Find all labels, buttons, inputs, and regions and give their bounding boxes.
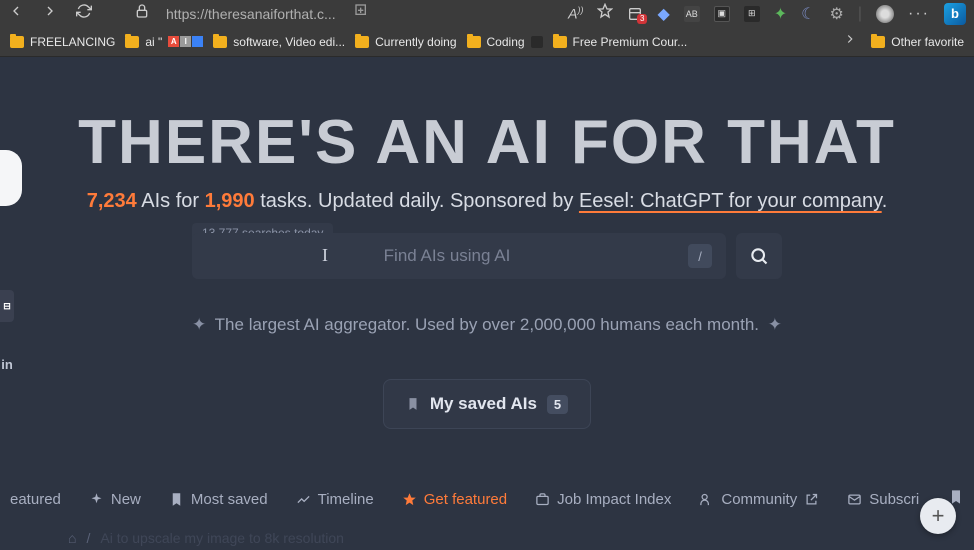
add-fab-button[interactable]: +	[920, 498, 956, 534]
refresh-icon[interactable]	[76, 3, 92, 24]
home-icon[interactable]: ⌂	[68, 530, 76, 546]
back-icon[interactable]	[8, 3, 24, 24]
ext-icon-2[interactable]: ⊞	[744, 6, 760, 22]
letter-bar-icon	[192, 36, 203, 47]
collections-icon[interactable]: 3	[627, 6, 643, 22]
subtitle: 7,234 AIs for 1,990 tasks. Updated daily…	[0, 190, 974, 213]
letter-a-icon: A	[168, 36, 179, 47]
forward-icon[interactable]	[42, 3, 58, 24]
folder-icon	[125, 36, 139, 48]
bookmark-icon	[169, 492, 184, 507]
bookmark-software[interactable]: software, Video edi...	[213, 35, 345, 49]
users-icon	[699, 492, 714, 507]
slash-key-hint: /	[688, 244, 712, 268]
ext-icon-3[interactable]: ⚙	[830, 4, 844, 24]
nav-subscribe[interactable]: Subscri	[847, 491, 919, 508]
nav-community[interactable]: Community	[699, 491, 819, 508]
ai-count: 7,234	[87, 190, 137, 212]
bing-icon[interactable]: b	[944, 3, 966, 25]
bookmark-icon	[406, 396, 420, 412]
folder-icon	[871, 36, 885, 48]
crumb-text[interactable]: Ai to upscale my image to 8k resolution	[100, 530, 344, 546]
more-icon[interactable]: ···	[908, 5, 930, 23]
sponsor-link[interactable]: Eesel: ChatGPT for your company	[579, 190, 882, 212]
folder-icon	[553, 36, 567, 48]
badge-count: 3	[637, 14, 647, 24]
saved-ais-button[interactable]: My saved AIs 5	[383, 379, 591, 429]
favorite-icon[interactable]	[597, 3, 613, 24]
divider: |	[858, 5, 862, 23]
nav-most-saved[interactable]: Most saved	[169, 491, 268, 508]
search-box[interactable]: I /	[192, 233, 726, 279]
nav-new[interactable]: New	[89, 491, 141, 508]
folder-icon	[10, 36, 24, 48]
diamond-icon[interactable]: ◆	[657, 4, 669, 24]
text-cursor-icon: I	[322, 245, 328, 265]
saved-label: My saved AIs	[430, 394, 537, 414]
bookmark-coding[interactable]: Coding	[467, 35, 543, 49]
bookmark-premium[interactable]: Free Premium Cour...	[553, 35, 688, 49]
search-area: 13,777 searches today I /	[192, 233, 782, 279]
bottom-breadcrumb: ⌂ / Ai to upscale my image to 8k resolut…	[68, 530, 344, 546]
tagline: ✦ The largest AI aggregator. Used by ove…	[0, 315, 974, 335]
coding-favicon	[531, 36, 543, 48]
nav-timeline[interactable]: Timeline	[296, 491, 374, 508]
search-icon	[749, 246, 769, 266]
search-input[interactable]	[206, 246, 688, 266]
bookmarks-overflow-icon[interactable]	[843, 32, 857, 51]
lock-icon	[134, 3, 150, 24]
bookmark-ai[interactable]: ai " A I	[125, 35, 203, 49]
tab-action-icon[interactable]	[354, 3, 370, 24]
url-text[interactable]: https://theresanaiforthat.c...	[166, 6, 336, 22]
nav-featured-partial[interactable]: eatured	[10, 491, 61, 508]
sparkle-icon: ✦	[192, 315, 206, 334]
briefcase-icon	[535, 492, 550, 507]
ab-ext-icon[interactable]: AB	[684, 6, 700, 22]
saved-count: 5	[547, 395, 568, 414]
nav-get-featured[interactable]: Get featured	[402, 491, 507, 508]
bottom-nav: eatured New Most saved Timeline Get feat…	[0, 488, 974, 510]
bookmarks-bar: FREELANCING ai " A I software, Video edi…	[0, 27, 974, 57]
page-content: THERE'S AN AI FOR THAT 7,234 AIs for 1,9…	[0, 57, 974, 429]
folder-icon	[467, 36, 481, 48]
profile-avatar[interactable]	[876, 5, 894, 23]
trend-icon	[296, 492, 311, 507]
moon-icon[interactable]: ☾	[801, 4, 815, 24]
bookmark-other-favorites[interactable]: Other favorite	[871, 35, 964, 49]
browser-toolbar: https://theresanaiforthat.c... A)) 3 ◆ A…	[0, 0, 974, 27]
read-aloud-icon[interactable]: A))	[568, 5, 583, 22]
mail-icon	[847, 492, 862, 507]
page-title: THERE'S AN AI FOR THAT	[0, 107, 974, 178]
task-count: 1,990	[205, 190, 255, 212]
folder-icon	[355, 36, 369, 48]
puzzle-icon[interactable]: ✦	[774, 4, 787, 24]
star-icon	[402, 492, 417, 507]
nav-job-impact[interactable]: Job Impact Index	[535, 491, 671, 508]
bookmark-currently[interactable]: Currently doing	[355, 35, 456, 49]
search-button[interactable]	[736, 233, 782, 279]
external-link-icon	[804, 492, 819, 507]
sparkle-icon	[89, 492, 104, 507]
ext-icon-1[interactable]: ▣	[714, 6, 730, 22]
folder-icon	[213, 36, 227, 48]
sparkle-icon: ✦	[768, 315, 782, 334]
letter-i-icon: I	[180, 36, 191, 47]
bookmark-freelancing[interactable]: FREELANCING	[10, 35, 115, 49]
